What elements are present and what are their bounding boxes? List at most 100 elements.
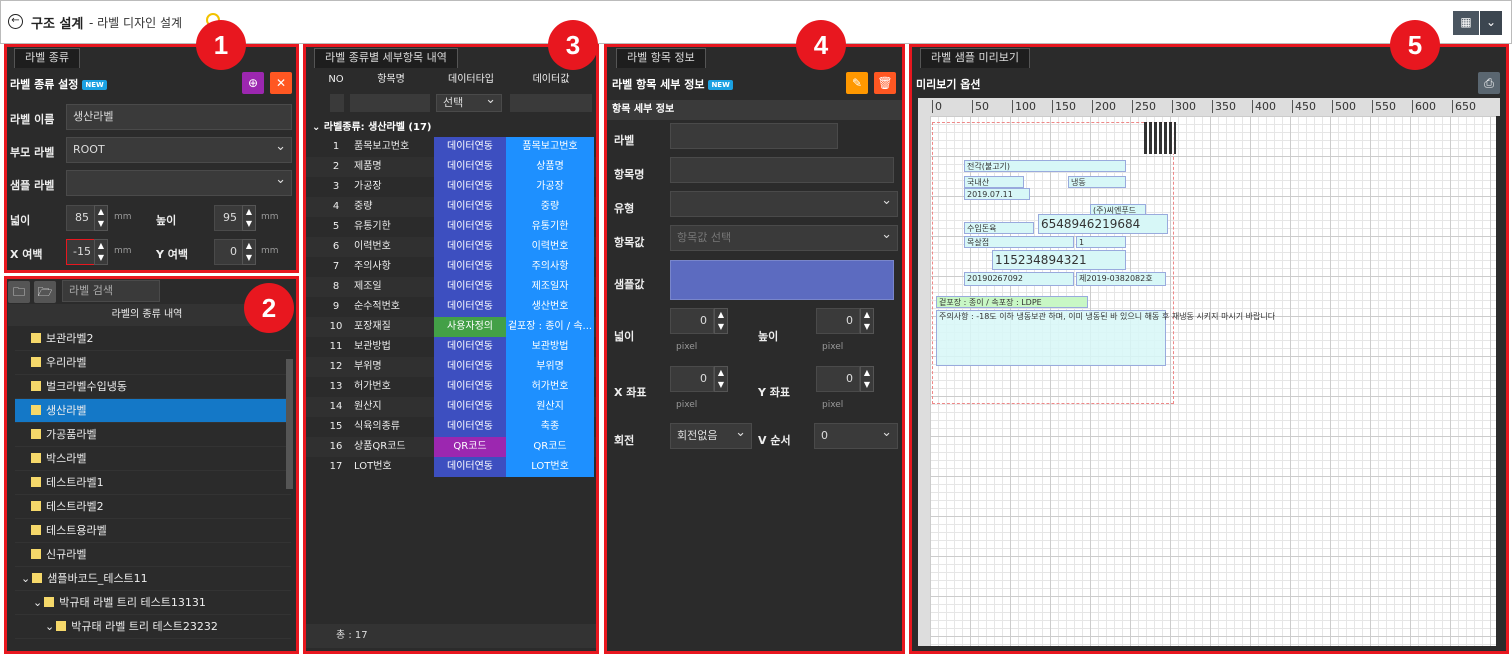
table-cell: 데이터연동 [434,257,506,277]
tree-item[interactable]: 테스트라벨2 [15,495,291,519]
rotation-select[interactable]: 회전없음 [670,423,752,449]
ruler-tick-label: 150 [1052,100,1076,113]
width-input[interactable]: 85 [66,205,96,231]
table-cell: 4 [332,201,340,212]
table-cell: 상품명 [506,157,594,177]
field-c14[interactable]: 주의사항 : -18도 이하 냉동보관 하며, 이미 냉동된 바 있으니 해동 … [936,310,1275,366]
width-stepper[interactable]: ▲ ▼ [94,205,108,231]
width-input[interactable]: 0 [670,308,714,334]
tree-item[interactable]: 박스라벨 [15,447,291,471]
table-cell: LOT번호 [506,457,594,477]
tree-item[interactable]: ⌄ 샘플바코드_테스트11 [15,567,291,591]
field-c13[interactable]: 겉포장 : 종이 / 속포장 : LDPE [936,296,1088,308]
tree-item[interactable]: 벌크라벨수입냉동 [15,375,291,399]
group-row[interactable]: ⌄ 라벨종류: 생산라벨 (17) [312,118,432,133]
field-c8[interactable]: 목살접 [964,236,1074,248]
height-input[interactable]: 95 [214,205,244,231]
print-icon[interactable]: ⎙ [1478,72,1500,94]
page-title: 구조 설계 [31,17,84,32]
table-cell: 허가번호 [354,381,391,392]
open-folder-icon[interactable]: 🗁 [34,281,56,303]
y-margin-input[interactable]: 0 [214,239,244,265]
x-coord-input[interactable]: 0 [670,366,714,392]
y-margin-stepper[interactable]: ▲ ▼ [242,239,256,265]
trash-icon[interactable]: 🗑 [874,72,896,94]
tree-item[interactable]: ⌄ 박규태 라벨 트리 테스트13131 [15,591,291,615]
column-header[interactable]: 데이터타입 [436,70,506,90]
table-cell: 14 [329,401,343,412]
table-cell: 데이터연동 [434,377,506,397]
folder-icon[interactable]: 🗀 [8,281,30,303]
vertical-ruler [918,116,930,646]
tree-item[interactable]: 신규라벨 [15,543,291,567]
grid-view-icon[interactable]: ▦ [1453,11,1479,35]
sample-value-textarea[interactable] [670,260,894,300]
filter-value-input[interactable] [510,94,592,112]
height-input[interactable]: 0 [816,308,860,334]
folder-icon [44,597,55,607]
column-header[interactable]: 데이터값 [508,70,594,90]
chevron-down-icon[interactable]: ⌄ [45,620,54,633]
tree-item[interactable]: ⌄ 박규태 라벨 트리 테스트23232 [15,615,291,639]
item-name-input[interactable] [670,157,894,183]
tree-item-label: 박규태 라벨 트리 테스트23232 [71,620,218,633]
field-c6[interactable]: 6548946219684 [1038,214,1168,234]
back-arrow-icon[interactable]: ← [8,14,23,29]
x-margin-stepper[interactable]: ▲ ▼ [94,239,108,265]
x-coord-stepper[interactable]: ▲ ▼ [714,366,728,392]
width-stepper[interactable]: ▲ ▼ [714,308,728,334]
order-select[interactable]: 0 [814,423,898,449]
parent-label-select[interactable]: ROOT [66,137,292,163]
label-name-input[interactable]: 생산라벨 [66,104,292,130]
tree-item[interactable]: 테스트용라벨 [15,519,291,543]
tree-item[interactable]: 가공품라벨 [15,423,291,447]
type-select[interactable] [670,191,898,217]
height-stepper[interactable]: ▲ ▼ [860,308,874,334]
edit-pencil-icon[interactable]: ✎ [846,72,868,94]
field-c7[interactable]: 수입돈육 [964,222,1034,234]
field-c1[interactable]: 전각(불고기) [964,160,1126,172]
table-cell: 12 [329,361,343,372]
tree-scrollbar[interactable] [286,359,293,489]
chevron-down-icon[interactable]: ⌄ [33,596,42,609]
field-c2[interactable]: 국내산 [964,176,1024,188]
sample-label-select[interactable] [66,170,292,196]
x-margin-input[interactable]: -15 [66,239,96,265]
field-c3[interactable]: 냉동 [1068,176,1126,188]
filter-type-select[interactable]: 선택 [436,94,502,112]
field-c12[interactable]: 제2019-0382082호 [1076,272,1166,286]
chevron-down-icon[interactable]: ⌄ [21,572,30,585]
field-c11[interactable]: 20190267092 [964,272,1074,286]
field-c4[interactable]: 2019.07.11 [964,188,1030,200]
delete-label-button[interactable]: ✕ [270,72,292,94]
filter-name-input[interactable] [350,94,430,112]
chevron-down-icon[interactable]: ⌄ [1480,11,1502,35]
tree-item[interactable]: 우리라벨 [15,351,291,375]
value-select[interactable]: 항목값 선택 [670,225,898,251]
label-search-input[interactable]: 라벨 검색 [62,280,160,302]
y-coord-input[interactable]: 0 [816,366,860,392]
tree-item-label: 가공품라벨 [46,428,97,441]
table-cell: 원산지 [506,397,594,417]
qr-code-icon[interactable] [1144,122,1176,154]
label-field-input[interactable] [670,123,838,149]
tab-item-list[interactable]: 라벨 종류별 세부항목 내역 [314,48,458,68]
tab-label-type[interactable]: 라벨 종류 [14,48,80,68]
folder-icon [31,429,41,439]
height-stepper[interactable]: ▲ ▼ [242,205,256,231]
ruler-tick-label: 350 [1212,100,1236,113]
add-label-button[interactable]: ⊕ [242,72,264,94]
y-coord-stepper[interactable]: ▲ ▼ [860,366,874,392]
tab-item-info[interactable]: 라벨 항목 정보 [616,48,706,68]
folder-icon [31,333,41,343]
table-cell: 생산번호 [506,297,594,317]
filter-no[interactable] [330,94,344,112]
tree-item[interactable]: 보관라벨2 [15,327,291,351]
column-header[interactable]: NO [324,70,348,90]
field-c9[interactable]: 1 [1076,236,1126,248]
tab-preview[interactable]: 라벨 샘플 미리보기 [920,48,1030,68]
field-c10[interactable]: 115234894321 [992,250,1126,270]
column-header[interactable]: 항목명 [350,70,432,90]
tree-item[interactable]: 테스트라벨1 [15,471,291,495]
tree-item[interactable]: 생산라벨 [15,399,291,423]
